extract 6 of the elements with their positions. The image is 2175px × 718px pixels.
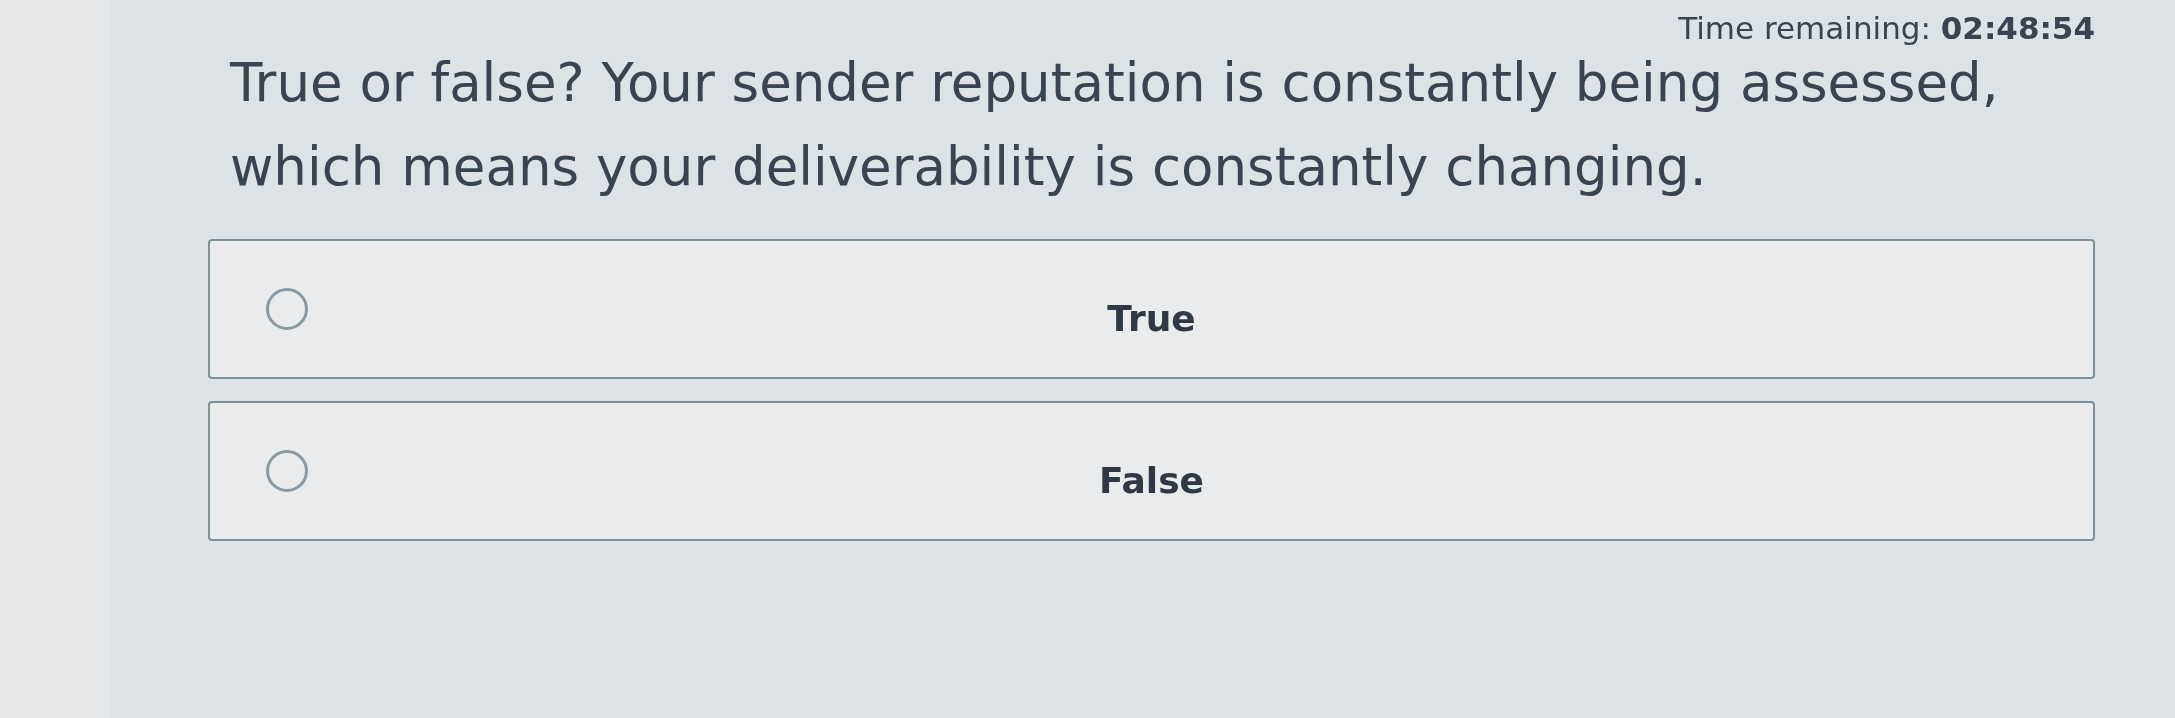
radio-icon[interactable] <box>266 450 308 493</box>
question-text: True or false? Your sender reputation is constantly being assessed, which means your deliverability is constantly changing. <box>230 51 2000 200</box>
radio-icon[interactable] <box>266 288 308 331</box>
time-remaining-text: Time remaining: 02:48:54 <box>1678 10 2095 46</box>
answer-option[interactable]: False <box>208 401 2095 542</box>
answer-option[interactable]: True <box>208 239 2095 380</box>
